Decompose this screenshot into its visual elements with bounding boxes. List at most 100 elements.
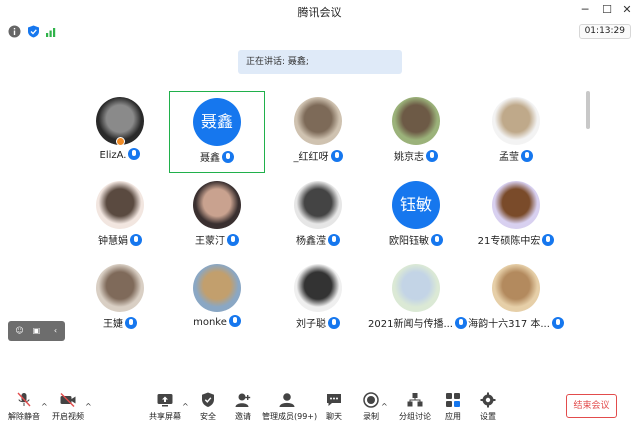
apps-grid-icon — [446, 393, 460, 407]
shield-icon[interactable] — [27, 25, 40, 38]
participant-tile[interactable]: 钟慧娟 — [72, 175, 168, 257]
chevron-left-icon[interactable]: ‹ — [50, 325, 61, 336]
participant-name-row: 刘子聪 — [270, 315, 366, 330]
mic-icon — [222, 151, 234, 163]
mic-icon — [431, 234, 443, 246]
mic-icon — [328, 317, 340, 329]
settings-button[interactable]: 设置 — [477, 390, 499, 424]
mic-icon — [228, 315, 241, 327]
record-options-chevron-icon[interactable]: ^ — [381, 403, 389, 411]
invite-button[interactable]: 邀请 — [232, 390, 254, 424]
breakout-label: 分组讨论 — [399, 412, 431, 421]
mic-icon — [521, 150, 533, 162]
floating-view-controls[interactable]: ☺ ▣ ‹ — [8, 321, 65, 341]
avatar — [294, 97, 342, 145]
audio-options-chevron-icon[interactable]: ^ — [41, 403, 49, 411]
status-bar: 01:13:29 — [0, 22, 639, 42]
participant-name-row: monke — [169, 315, 265, 328]
participant-tile[interactable]: 钰敏 欧阳钰敏 — [368, 175, 464, 257]
host-badge-icon — [116, 137, 125, 146]
minimize-icon[interactable]: ─ — [578, 3, 592, 17]
participant-tile[interactable]: 2021新闻与传播... — [368, 258, 467, 340]
start-video-button[interactable]: 开启视频 — [50, 390, 86, 424]
breakout-button[interactable]: 分组讨论 — [398, 390, 432, 424]
apps-button[interactable]: 应用 — [442, 390, 464, 424]
participant-tile[interactable]: 21专硕陈中宏 — [468, 175, 564, 257]
invite-user-icon — [235, 393, 251, 407]
share-screen-label: 共享屏幕 — [149, 412, 181, 421]
chat-icon — [327, 394, 341, 406]
record-button[interactable]: 录制 — [360, 390, 382, 424]
record-label: 录制 — [363, 412, 379, 421]
share-screen-button[interactable]: 共享屏幕 — [149, 390, 181, 424]
participant-tile[interactable]: 杨鑫滢 — [270, 175, 366, 257]
video-options-chevron-icon[interactable]: ^ — [85, 403, 93, 411]
chat-label: 聊天 — [326, 412, 342, 421]
close-icon[interactable]: ✕ — [620, 3, 634, 17]
grid-scrollbar[interactable] — [586, 91, 590, 129]
security-label: 安全 — [200, 412, 216, 421]
window-title: 腾讯会议 — [297, 6, 342, 19]
mic-muted-icon — [17, 392, 31, 407]
info-icon[interactable] — [8, 25, 21, 38]
title-bar: 腾讯会议 ─ ☐ ✕ — [0, 0, 639, 22]
avatar — [492, 264, 540, 312]
record-icon — [363, 392, 379, 408]
participant-name: 海韵十六317 本... — [468, 319, 550, 330]
participant-name-row: 王蒙汀 — [169, 232, 265, 247]
avatar — [96, 264, 144, 312]
participant-tile[interactable]: ElizA. — [72, 91, 168, 173]
participant-name: _红红呀 — [293, 152, 329, 163]
participant-name-row: 杨鑫滢 — [270, 232, 366, 247]
mic-icon — [128, 148, 141, 160]
mic-icon — [542, 234, 555, 246]
avatar — [294, 264, 342, 312]
apps-label: 应用 — [445, 412, 461, 421]
end-meeting-button[interactable]: 结束会议 — [566, 394, 617, 418]
participant-name: 刘子聪 — [296, 319, 326, 330]
share-options-chevron-icon[interactable]: ^ — [182, 403, 190, 411]
avatar — [392, 97, 440, 145]
participant-tile[interactable]: _红红呀 — [270, 91, 366, 173]
participant-name-row: 2021新闻与传播... — [368, 315, 467, 330]
mic-icon — [455, 317, 467, 329]
avatar — [294, 181, 342, 229]
mic-icon — [125, 317, 137, 329]
avatar — [193, 264, 241, 312]
manage-members-label: 管理成员(99+) — [262, 412, 318, 421]
manage-members-button[interactable]: 管理成员(99+) — [262, 390, 318, 424]
participant-name: 王蒙汀 — [195, 236, 225, 247]
signal-icon[interactable] — [45, 25, 58, 38]
share-screen-icon — [157, 394, 173, 407]
members-icon — [279, 393, 295, 407]
gear-icon — [480, 392, 496, 408]
participant-tile[interactable]: 聂鑫 聂鑫 — [169, 91, 265, 173]
maximize-icon[interactable]: ☐ — [600, 3, 614, 17]
unmute-label: 解除静音 — [8, 412, 40, 421]
participant-name-row: 海韵十六317 本... — [468, 315, 564, 330]
security-button[interactable]: 安全 — [197, 390, 219, 424]
participant-name: ElizA. — [99, 150, 127, 161]
participant-name-row: 欧阳钰敏 — [368, 232, 464, 247]
participant-name: 王婕 — [103, 319, 123, 330]
mic-icon — [551, 317, 564, 329]
participant-tile[interactable]: monke — [169, 258, 265, 340]
participant-tile[interactable]: 姚京志 — [368, 91, 464, 173]
participant-tile[interactable]: 王婕 — [72, 258, 168, 340]
participant-name: 欧阳钰敏 — [389, 236, 429, 247]
participant-name: 孟莹 — [499, 152, 519, 163]
participant-tile[interactable]: 孟莹 — [468, 91, 564, 173]
participant-name-row: 钟慧娟 — [72, 232, 168, 247]
participant-name-row: _红红呀 — [270, 148, 366, 163]
emoji-icon[interactable]: ☺ — [14, 325, 25, 336]
mic-icon — [328, 234, 340, 246]
unmute-button[interactable]: 解除静音 — [6, 390, 42, 424]
participant-name-row: 聂鑫 — [170, 149, 264, 164]
layout-icon[interactable]: ▣ — [31, 325, 42, 336]
chat-button[interactable]: 聊天 — [323, 390, 345, 424]
avatar — [492, 97, 540, 145]
participant-tile[interactable]: 王蒙汀 — [169, 175, 265, 257]
meeting-timer: 01:13:29 — [578, 24, 631, 39]
participant-tile[interactable]: 海韵十六317 本... — [468, 258, 564, 340]
participant-tile[interactable]: 刘子聪 — [270, 258, 366, 340]
